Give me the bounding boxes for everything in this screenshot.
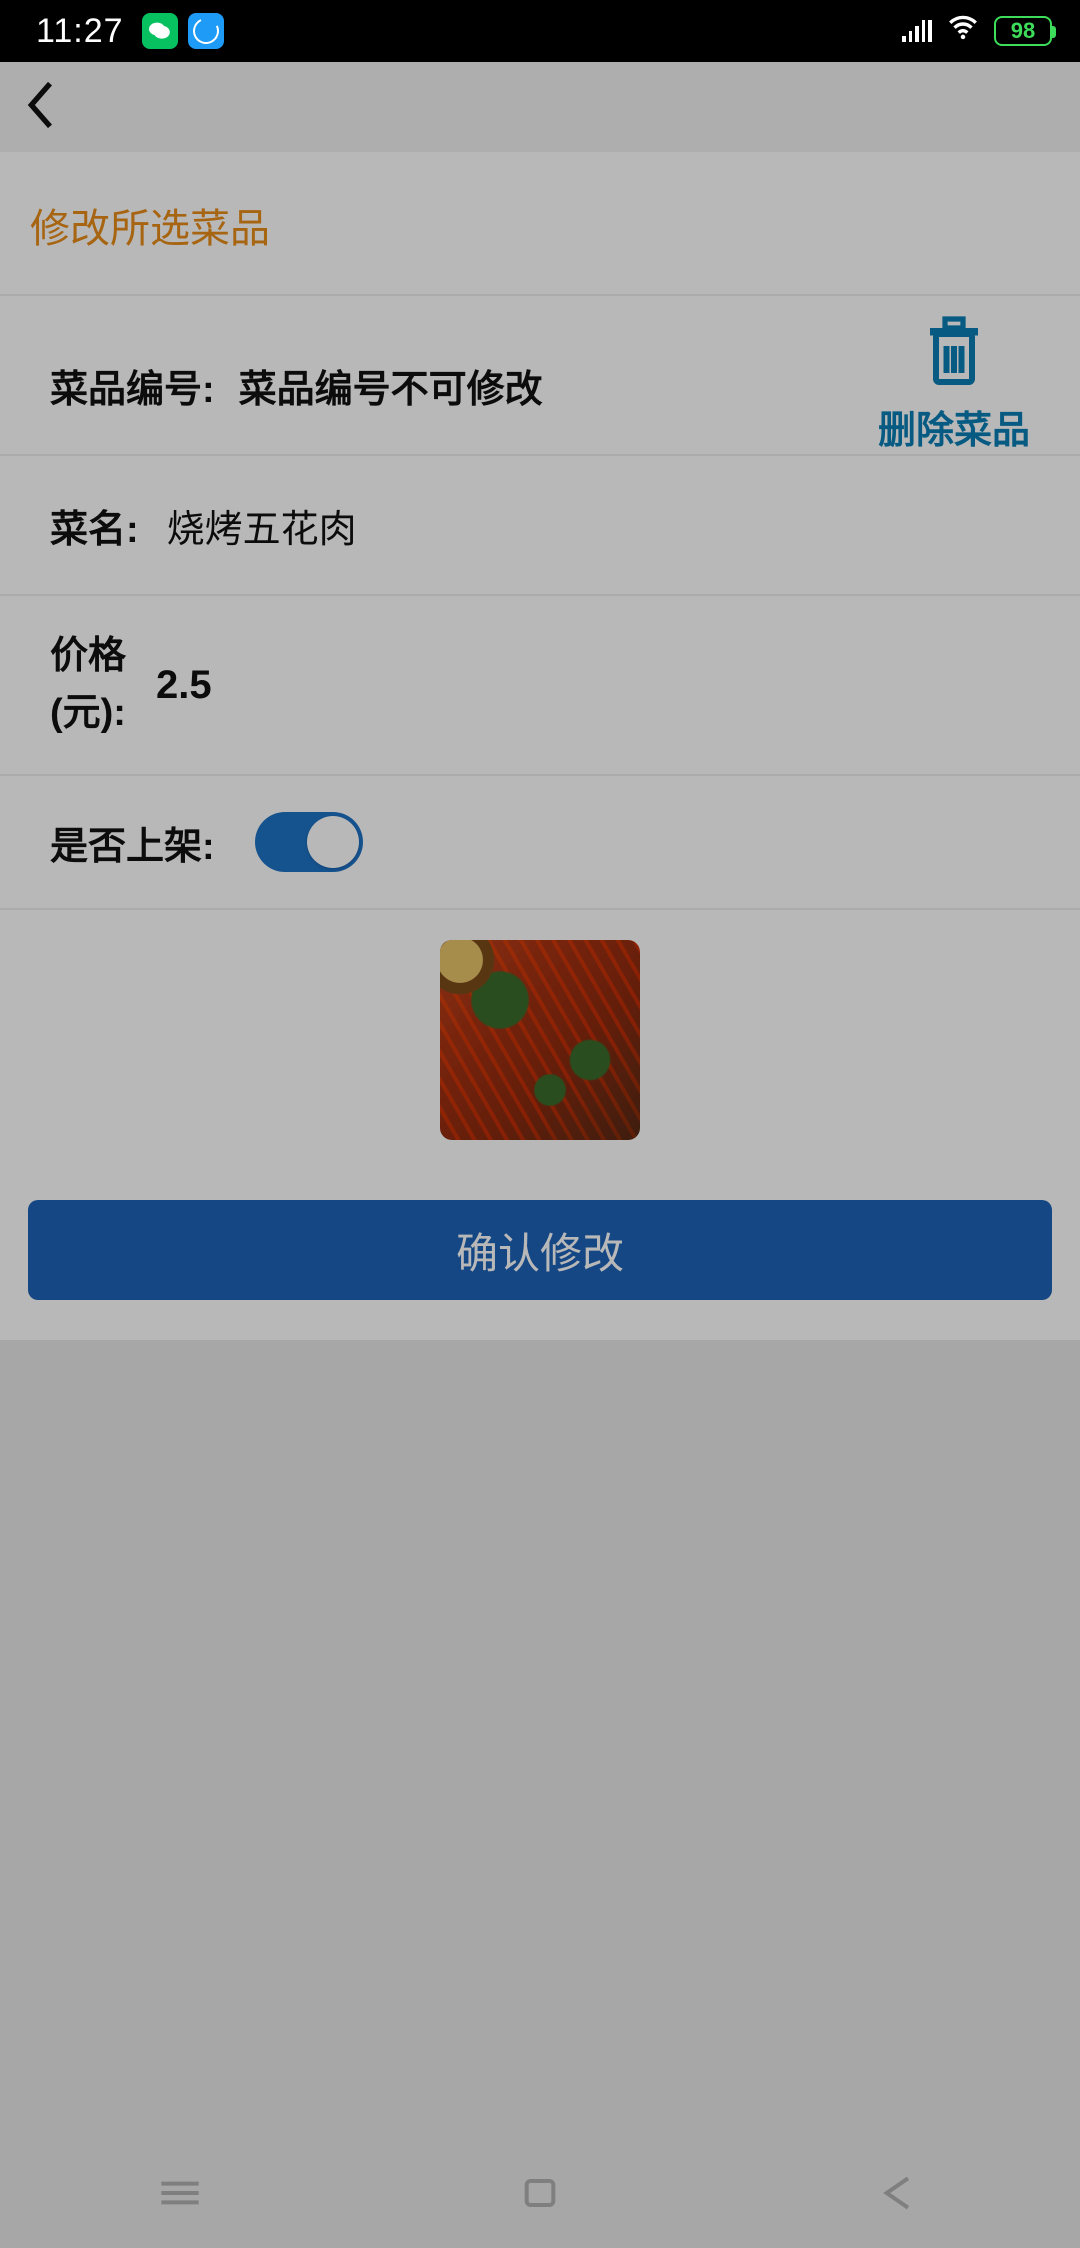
row-image bbox=[0, 910, 1080, 1180]
dish-id-value: 菜品编号不可修改 bbox=[239, 358, 543, 413]
signal-icon bbox=[902, 20, 932, 42]
dish-name-input[interactable]: 烧烤五花肉 bbox=[167, 498, 357, 553]
row-dish-name: 菜名: 烧烤五花肉 bbox=[0, 456, 1080, 596]
confirm-button[interactable]: 确认修改 bbox=[28, 1200, 1052, 1300]
battery-icon: 98 bbox=[994, 16, 1052, 46]
app-blue-icon bbox=[188, 13, 224, 49]
trash-icon bbox=[878, 316, 1030, 393]
price-input[interactable]: 2.5 bbox=[156, 663, 212, 708]
delete-dish-button[interactable]: 删除菜品 bbox=[878, 316, 1030, 454]
section-title: 修改所选菜品 bbox=[0, 152, 1080, 296]
delete-dish-label: 删除菜品 bbox=[878, 399, 1030, 454]
status-right: 98 bbox=[902, 10, 1052, 53]
toggle-knob bbox=[307, 816, 359, 868]
dish-name-label: 菜名: bbox=[50, 498, 139, 553]
price-label-line2: (元): bbox=[50, 685, 126, 742]
back-button[interactable] bbox=[24, 81, 60, 134]
page: 修改所选菜品 菜品编号: 菜品编号不可修改 删除菜品 bbox=[0, 152, 1080, 1340]
home-button[interactable] bbox=[510, 2173, 570, 2213]
recent-apps-button[interactable] bbox=[150, 2173, 210, 2213]
dish-image[interactable] bbox=[440, 940, 640, 1140]
status-bar: 11:27 98 bbox=[0, 0, 1080, 62]
android-nav bbox=[0, 2138, 1080, 2248]
row-dish-id: 菜品编号: 菜品编号不可修改 删除菜品 bbox=[0, 296, 1080, 456]
price-label-line1: 价格 bbox=[50, 635, 126, 677]
onshelf-label: 是否上架: bbox=[50, 815, 215, 870]
wifi-icon bbox=[946, 10, 980, 53]
confirm-wrap: 确认修改 bbox=[0, 1180, 1080, 1340]
price-label: 价格 (元): bbox=[50, 628, 126, 742]
dish-id-label: 菜品编号: bbox=[50, 358, 215, 413]
status-app-icons bbox=[142, 13, 224, 49]
navbar bbox=[0, 62, 1080, 152]
row-price: 价格 (元): 2.5 bbox=[0, 596, 1080, 776]
wechat-icon bbox=[142, 13, 178, 49]
section-title-text: 修改所选菜品 bbox=[30, 207, 270, 251]
form-card: 修改所选菜品 菜品编号: 菜品编号不可修改 删除菜品 bbox=[0, 152, 1080, 1340]
onshelf-toggle[interactable] bbox=[255, 812, 363, 872]
android-back-button[interactable] bbox=[870, 2173, 930, 2213]
status-time: 11:27 bbox=[36, 12, 124, 51]
battery-percent: 98 bbox=[1011, 18, 1035, 44]
row-onshelf: 是否上架: bbox=[0, 776, 1080, 910]
